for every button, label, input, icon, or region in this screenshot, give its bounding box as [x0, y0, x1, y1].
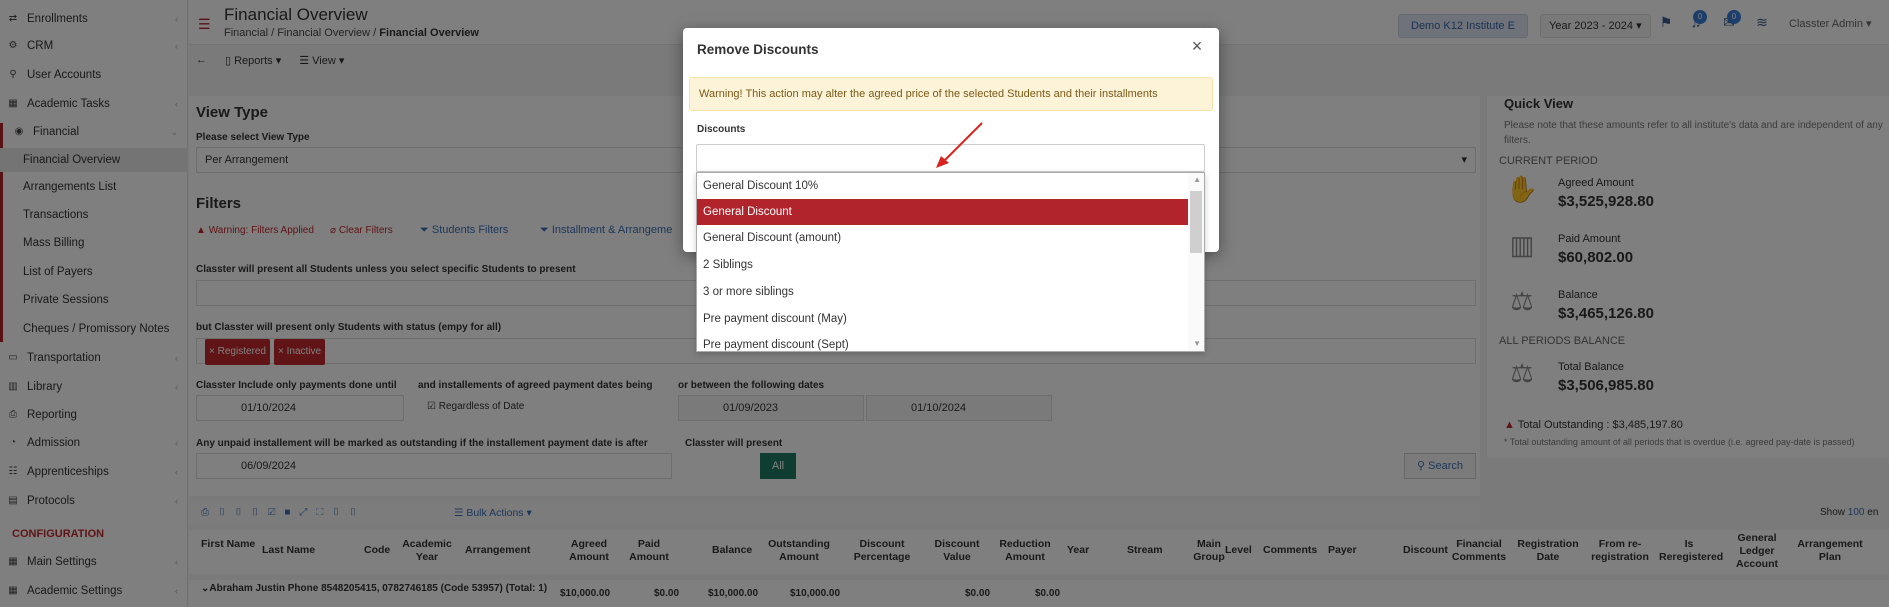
scrollbar-thumb[interactable]	[1190, 191, 1202, 253]
dropdown-option[interactable]: 2 Siblings	[697, 252, 1189, 278]
discounts-dropdown: General Discount 10% General Discount Ge…	[696, 172, 1205, 352]
modal-warning: Warning! This action may alter the agree…	[689, 77, 1213, 111]
close-icon[interactable]: ×	[1187, 36, 1207, 60]
dropdown-option[interactable]: 3 or more siblings	[697, 279, 1189, 305]
dropdown-scrollbar[interactable]: ▲ ▼	[1188, 173, 1204, 351]
discounts-label: Discounts	[697, 124, 746, 135]
dropdown-option[interactable]: Pre payment discount (Sept)	[697, 332, 1189, 351]
dropdown-option-selected[interactable]: General Discount	[697, 199, 1189, 225]
dropdown-option[interactable]: General Discount (amount)	[697, 225, 1189, 251]
modal-title: Remove Discounts	[697, 42, 819, 57]
discounts-select-input[interactable]	[696, 144, 1205, 172]
scroll-down-icon[interactable]: ▼	[1193, 339, 1201, 348]
dropdown-option[interactable]: Pre payment discount (May)	[697, 306, 1189, 332]
scroll-up-icon[interactable]: ▲	[1193, 175, 1201, 184]
dropdown-option[interactable]: General Discount 10%	[697, 173, 1189, 199]
